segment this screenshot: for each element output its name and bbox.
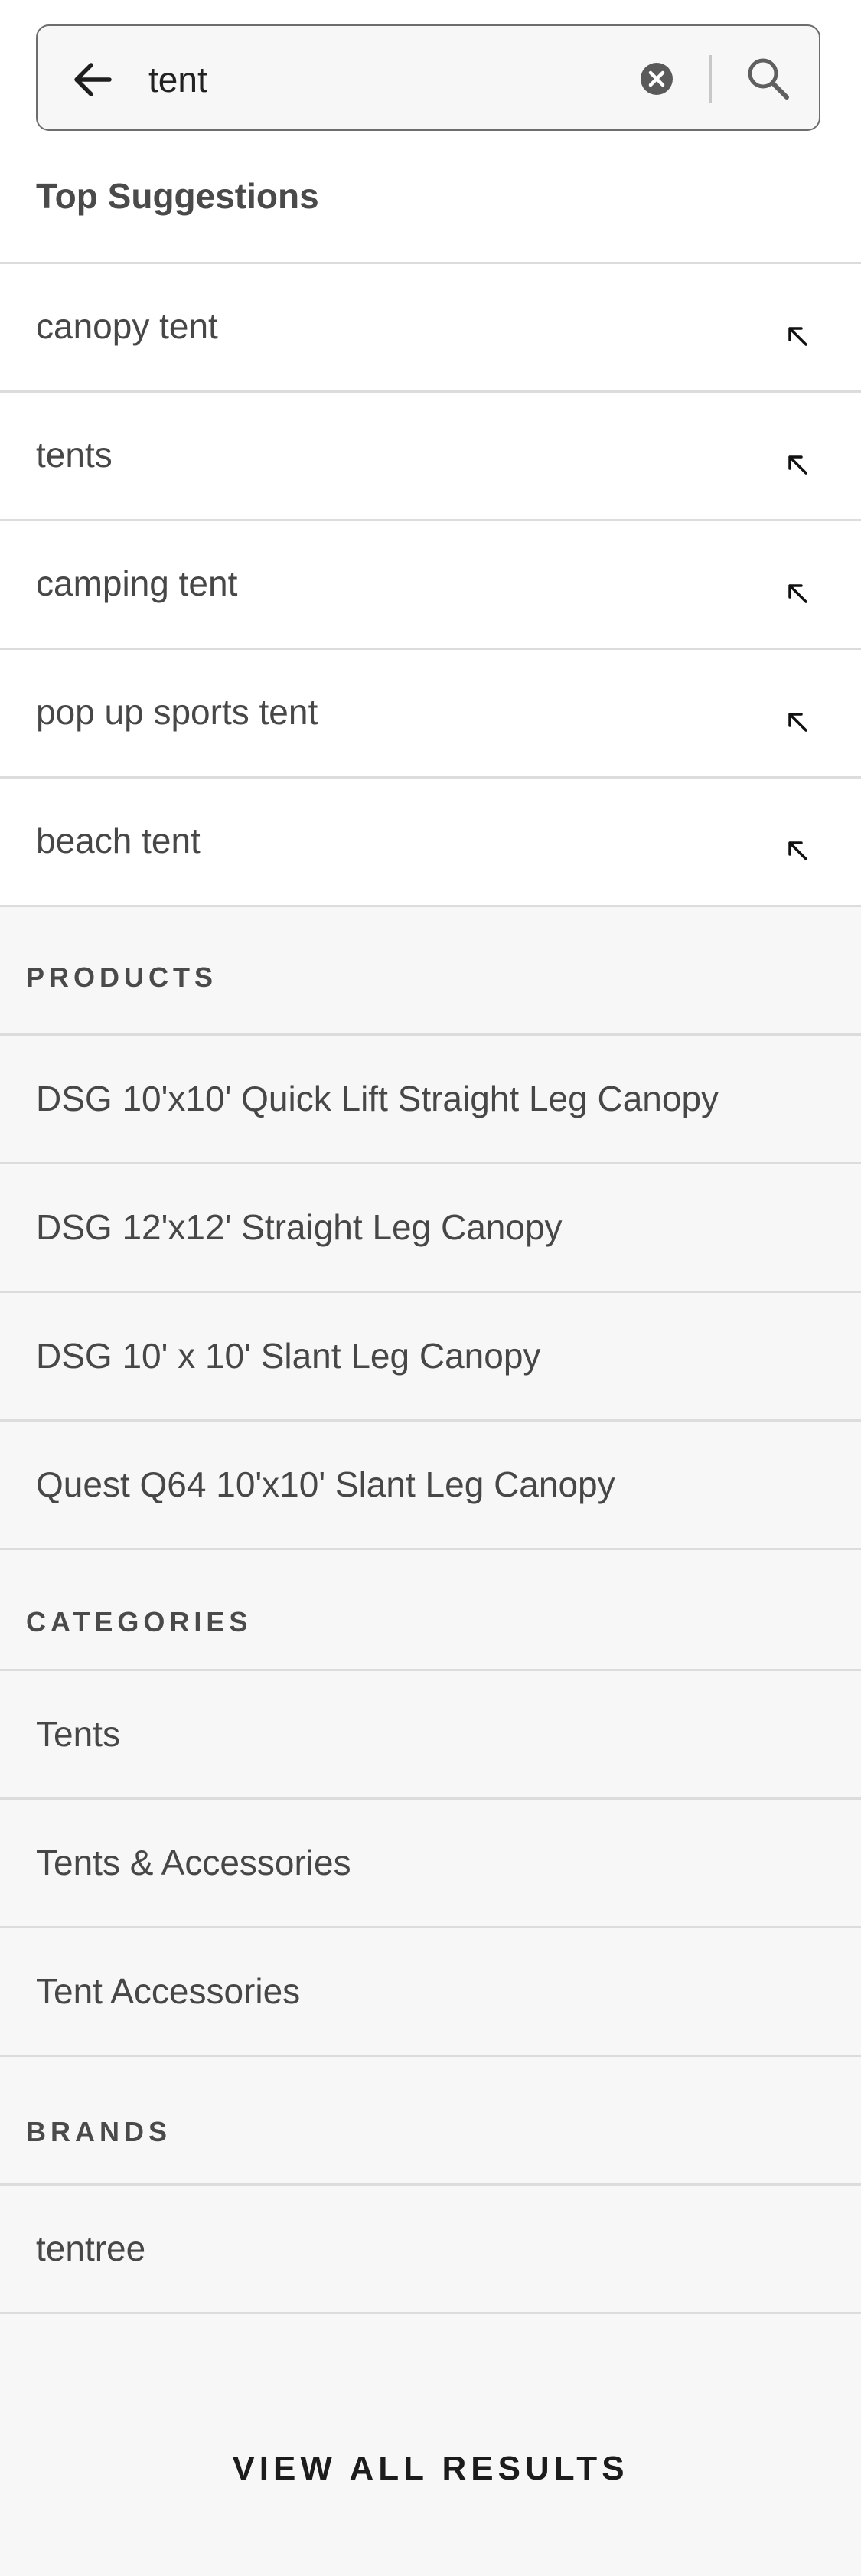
suggestion-label: tents (36, 435, 113, 475)
search-input[interactable] (148, 49, 638, 110)
suggestion-label: pop up sports tent (36, 692, 318, 732)
arrow-up-left-icon[interactable] (782, 449, 813, 480)
search-divider (709, 55, 712, 103)
brand-item[interactable]: tentree (0, 2183, 861, 2312)
search-bar (36, 24, 820, 131)
suggestion-label: canopy tent (36, 306, 218, 346)
product-label: DSG 10' x 10' Slant Leg Canopy (36, 1336, 541, 1376)
categories-section-header: CATEGORIES (0, 1548, 861, 1669)
search-header: Top Suggestions (0, 0, 861, 262)
view-all-results-button[interactable]: VIEW ALL RESULTS (0, 2450, 861, 2488)
brands-list: tentree (0, 2183, 861, 2314)
suggestion-item[interactable]: beach tent (0, 776, 861, 905)
suggestion-item[interactable]: camping tent (0, 519, 861, 648)
categories-section-title: CATEGORIES (26, 1606, 253, 1637)
brand-label: tentree (36, 2228, 146, 2268)
category-item[interactable]: Tents & Accessories (0, 1797, 861, 1926)
product-item[interactable]: DSG 12'x12' Straight Leg Canopy (0, 1162, 861, 1291)
suggestion-item[interactable]: tents (0, 390, 861, 519)
suggestion-item[interactable]: pop up sports tent (0, 648, 861, 776)
search-submit-button[interactable] (743, 54, 792, 103)
category-item[interactable]: Tents (0, 1669, 861, 1797)
suggestion-label: beach tent (36, 821, 201, 860)
suggestion-item[interactable]: canopy tent (0, 262, 861, 390)
products-section-title: PRODUCTS (26, 962, 218, 993)
brands-section-title: BRANDS (26, 2116, 172, 2147)
arrow-up-left-icon[interactable] (782, 707, 813, 737)
arrow-up-left-icon[interactable] (782, 835, 813, 866)
top-suggestions-list: canopy tent tents camping tent pop up sp… (0, 262, 861, 905)
products-list: DSG 10'x10' Quick Lift Straight Leg Cano… (0, 1033, 861, 1548)
brands-section-header: BRANDS (0, 2055, 861, 2183)
clear-circle-x-icon (641, 63, 673, 95)
suggestion-label: camping tent (36, 563, 238, 603)
product-label: DSG 12'x12' Straight Leg Canopy (36, 1207, 563, 1247)
clear-button[interactable] (638, 60, 675, 97)
top-suggestions-title: Top Suggestions (36, 176, 319, 216)
categories-list: Tents Tents & Accessories Tent Accessori… (0, 1669, 861, 2055)
arrow-left-icon (74, 63, 112, 96)
product-item[interactable]: DSG 10' x 10' Slant Leg Canopy (0, 1291, 861, 1419)
category-label: Tent Accessories (36, 1971, 301, 2011)
product-label: Quest Q64 10'x10' Slant Leg Canopy (36, 1464, 615, 1504)
product-item[interactable]: Quest Q64 10'x10' Slant Leg Canopy (0, 1419, 861, 1548)
category-label: Tents (36, 1714, 120, 1754)
arrow-up-left-icon[interactable] (782, 321, 813, 351)
product-label: DSG 10'x10' Quick Lift Straight Leg Cano… (36, 1079, 719, 1118)
list-end-divider (0, 2312, 861, 2314)
arrow-up-left-icon[interactable] (782, 578, 813, 609)
category-label: Tents & Accessories (36, 1843, 351, 1882)
product-item[interactable]: DSG 10'x10' Quick Lift Straight Leg Cano… (0, 1033, 861, 1162)
category-item[interactable]: Tent Accessories (0, 1926, 861, 2055)
products-section-header: PRODUCTS (0, 905, 861, 1033)
back-button[interactable] (70, 57, 116, 103)
magnifier-icon (748, 58, 789, 100)
